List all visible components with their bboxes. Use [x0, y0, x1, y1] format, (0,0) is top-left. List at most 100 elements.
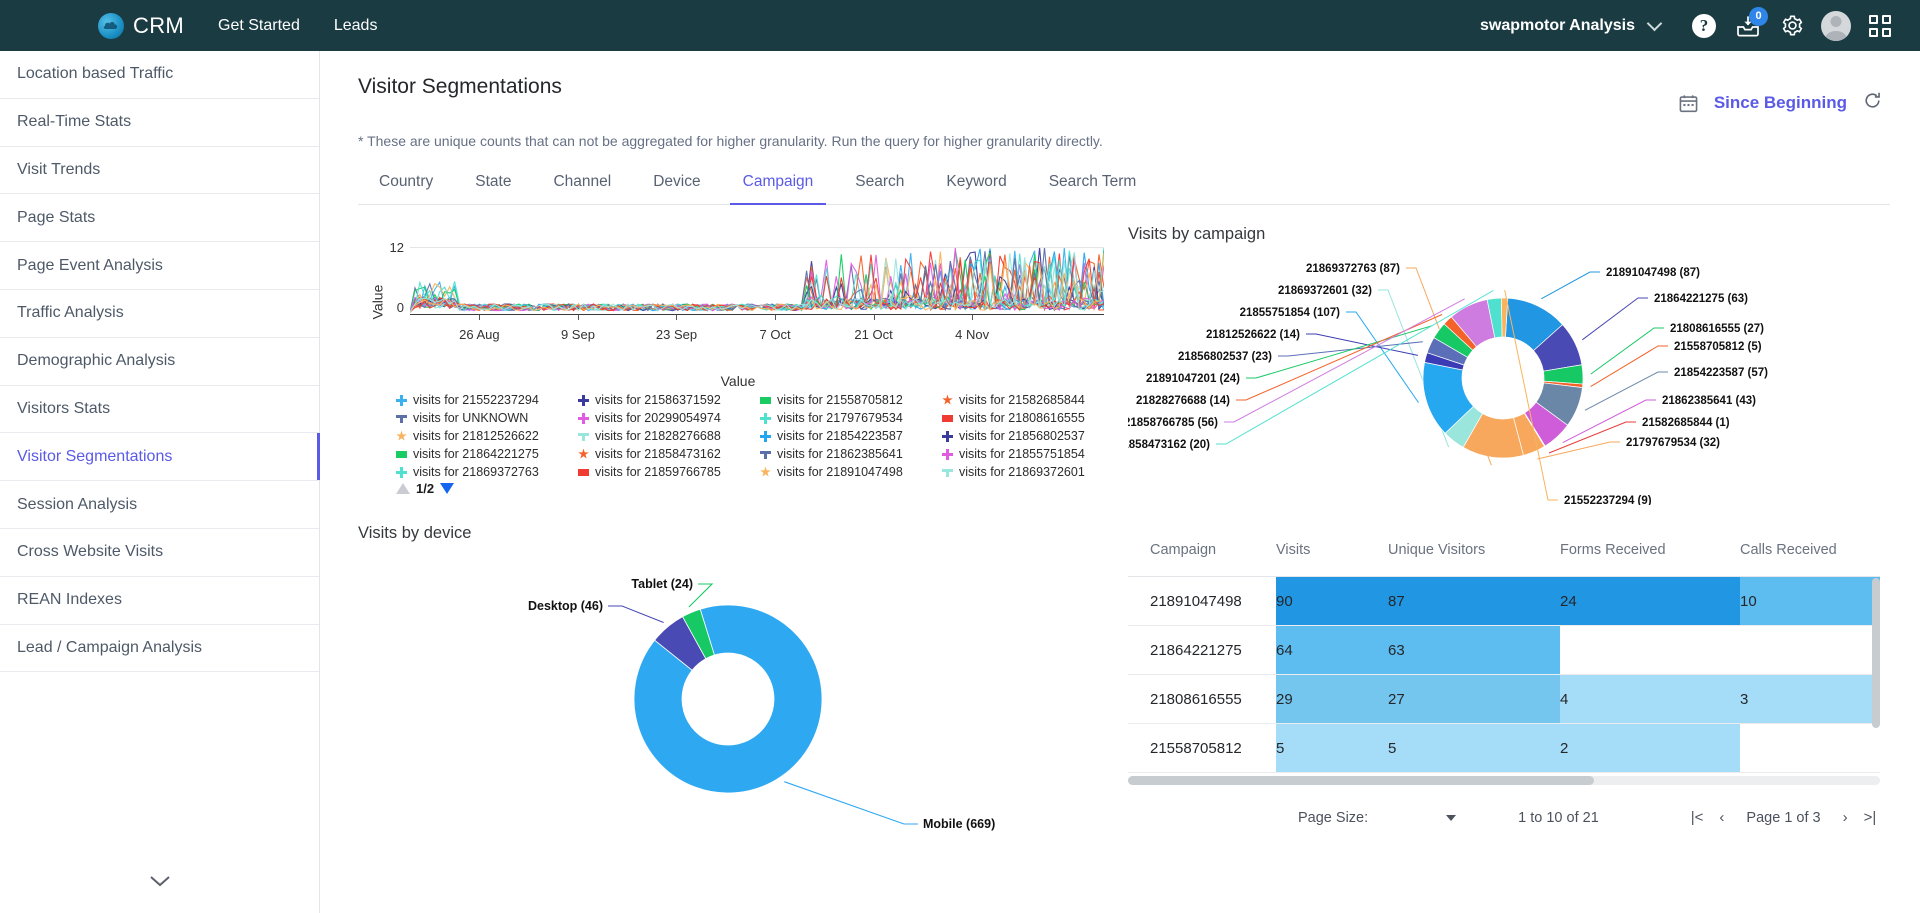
sidebar-item-label: Lead / Campaign Analysis [17, 638, 202, 656]
tab-keyword[interactable]: Keyword [925, 173, 1027, 204]
calendar-icon[interactable] [1679, 94, 1698, 113]
apps-button[interactable] [1858, 4, 1902, 48]
table-column-header[interactable]: Campaign [1128, 532, 1276, 576]
nav-leads[interactable]: Leads [334, 17, 378, 35]
table-cell-visits: 5 [1276, 724, 1388, 772]
sidebar-item-visitor-segmentations[interactable]: Visitor Segmentations [0, 433, 320, 482]
legend-item[interactable]: visits for 21812526622 [396, 429, 572, 443]
sidebar-item-rean-indexes[interactable]: REAN Indexes [0, 577, 319, 625]
nav-get-started[interactable]: Get Started [218, 17, 300, 35]
sidebar-item-real-time-stats[interactable]: Real-Time Stats [0, 99, 319, 147]
legend-label: visits for 21828276688 [595, 429, 721, 443]
legend-item[interactable]: visits for 21869372601 [942, 465, 1118, 479]
chevron-down-icon[interactable] [1646, 15, 1663, 31]
table-horizontal-scrollbar[interactable] [1128, 776, 1880, 785]
legend-marker-icon [760, 449, 771, 460]
sidebar-item-location-based-traffic[interactable]: Location based Traffic [0, 51, 319, 99]
settings-button[interactable] [1770, 4, 1814, 48]
legend-item[interactable]: visits for 21558705812 [760, 393, 936, 407]
sidebar-item-page-stats[interactable]: Page Stats [0, 194, 319, 243]
legend-item[interactable]: visits for UNKNOWN [396, 411, 572, 425]
brand[interactable]: CRM [98, 12, 184, 39]
legend-item[interactable]: visits for 21859766785 [578, 465, 754, 479]
legend-item[interactable]: visits for 21869372763 [396, 465, 572, 479]
table-cell-forms: 4 [1560, 675, 1740, 723]
legend-item[interactable]: visits for 21586371592 [578, 393, 754, 407]
table-row[interactable]: 21808616555 29 27 4 3 [1128, 675, 1880, 724]
table-row[interactable]: 21558705812 5 5 2 [1128, 724, 1880, 773]
help-button[interactable]: ? [1682, 4, 1726, 48]
legend-marker-icon [578, 449, 589, 460]
legend-page-indicator: 1/2 [416, 481, 435, 496]
first-page-button[interactable]: |< [1683, 809, 1712, 826]
page-size-dropdown[interactable] [1446, 814, 1457, 821]
sidebar-item-cross-website-visits[interactable]: Cross Website Visits [0, 529, 319, 577]
legend-item[interactable]: visits for 21858473162 [578, 447, 754, 461]
tab-country[interactable]: Country [358, 173, 454, 204]
campaign-donut-label: 21812526622 (14) [1206, 329, 1300, 341]
campaign-donut-label: 21808616555 (27) [1670, 323, 1764, 335]
sidebar-item-page-event-analysis[interactable]: Page Event Analysis [0, 242, 319, 290]
campaign-donut-label: 21891047201 (24) [1146, 373, 1240, 385]
inbox-button[interactable]: 0 [1726, 4, 1770, 48]
legend-item[interactable]: visits for 20299054974 [578, 411, 754, 425]
table-vertical-scrollbar[interactable] [1872, 578, 1880, 728]
legend-marker-icon [942, 430, 953, 442]
legend-label: visits for 21797679534 [777, 411, 903, 425]
sidebar-expand-button[interactable] [0, 849, 319, 913]
visits-by-device-title: Visits by device [358, 524, 472, 542]
tab-device[interactable]: Device [632, 173, 721, 204]
legend-item[interactable]: visits for 21864221275 [396, 447, 572, 461]
sidebar-item-label: Page Stats [17, 208, 96, 226]
table-column-header[interactable]: Unique Visitors [1388, 532, 1560, 576]
legend-item[interactable]: visits for 21855751854 [942, 447, 1118, 461]
date-range-label[interactable]: Since Beginning [1714, 93, 1847, 113]
sidebar-item-lead-campaign-analysis[interactable]: Lead / Campaign Analysis [0, 625, 319, 673]
sidebar-item-visitors-stats[interactable]: Visitors Stats [0, 386, 319, 434]
legend-marker-icon [578, 394, 589, 406]
table-row[interactable]: 21891047498 90 87 24 10 [1128, 577, 1880, 626]
sidebar-item-session-analysis[interactable]: Session Analysis [0, 481, 319, 529]
table-column-header[interactable]: Forms Received [1560, 532, 1740, 576]
campaign-donut-label: 21858766785 (56) [1128, 417, 1218, 429]
sidebar-item-traffic-analysis[interactable]: Traffic Analysis [0, 290, 319, 338]
tab-channel[interactable]: Channel [532, 173, 632, 204]
legend-label: visits for 21856802537 [959, 429, 1085, 443]
page-note: * These are unique counts that can not b… [358, 133, 1103, 149]
sidebar-item-visit-trends[interactable]: Visit Trends [0, 147, 319, 195]
table-cell-visits: 29 [1276, 675, 1388, 723]
last-page-button[interactable]: >| [1856, 809, 1885, 826]
cloud-logo-icon [98, 12, 124, 39]
top-navigation-bar: CRM Get Started Leads swapmotor Analysis… [0, 0, 1920, 51]
legend-label: visits for 21859766785 [595, 465, 721, 479]
legend-item[interactable]: visits for 21808616555 [942, 411, 1118, 425]
account-name[interactable]: swapmotor Analysis [1480, 17, 1635, 35]
legend-item[interactable]: visits for 21862385641 [760, 447, 936, 461]
legend-item[interactable]: visits for 21854223587 [760, 429, 936, 443]
user-avatar-button[interactable] [1814, 4, 1858, 48]
tab-campaign[interactable]: Campaign [722, 173, 835, 205]
legend-item[interactable]: visits for 21891047498 [760, 465, 936, 479]
record-range: 1 to 10 of 21 [1518, 809, 1599, 826]
legend-item[interactable]: visits for 21828276688 [578, 429, 754, 443]
refresh-button[interactable] [1863, 91, 1882, 115]
tab-search[interactable]: Search [834, 173, 925, 204]
table-column-header[interactable]: Visits [1276, 532, 1388, 576]
legend-item[interactable]: visits for 21552237294 [396, 393, 572, 407]
sidebar-item-demographic-analysis[interactable]: Demographic Analysis [0, 338, 319, 386]
prev-page-button[interactable]: ‹ [1711, 809, 1732, 826]
table-column-header[interactable]: Calls Received [1740, 532, 1880, 576]
legend-item[interactable]: visits for 21582685844 [942, 393, 1118, 407]
legend-page-down-button[interactable] [440, 483, 455, 494]
legend-item[interactable]: visits for 21856802537 [942, 429, 1118, 443]
table-cell-unique: 63 [1388, 626, 1560, 674]
tab-search-term[interactable]: Search Term [1028, 173, 1158, 204]
legend-page-up-button[interactable] [396, 483, 410, 494]
legend-marker-icon [578, 412, 589, 424]
legend-marker-icon [396, 394, 407, 406]
legend-item[interactable]: visits for 21797679534 [760, 411, 936, 425]
tab-state[interactable]: State [454, 173, 532, 204]
table-header-row: Campaign Visits Unique Visitors Forms Recei… [1128, 532, 1880, 577]
next-page-button[interactable]: › [1835, 809, 1856, 826]
table-row[interactable]: 21864221275 64 63 [1128, 626, 1880, 675]
